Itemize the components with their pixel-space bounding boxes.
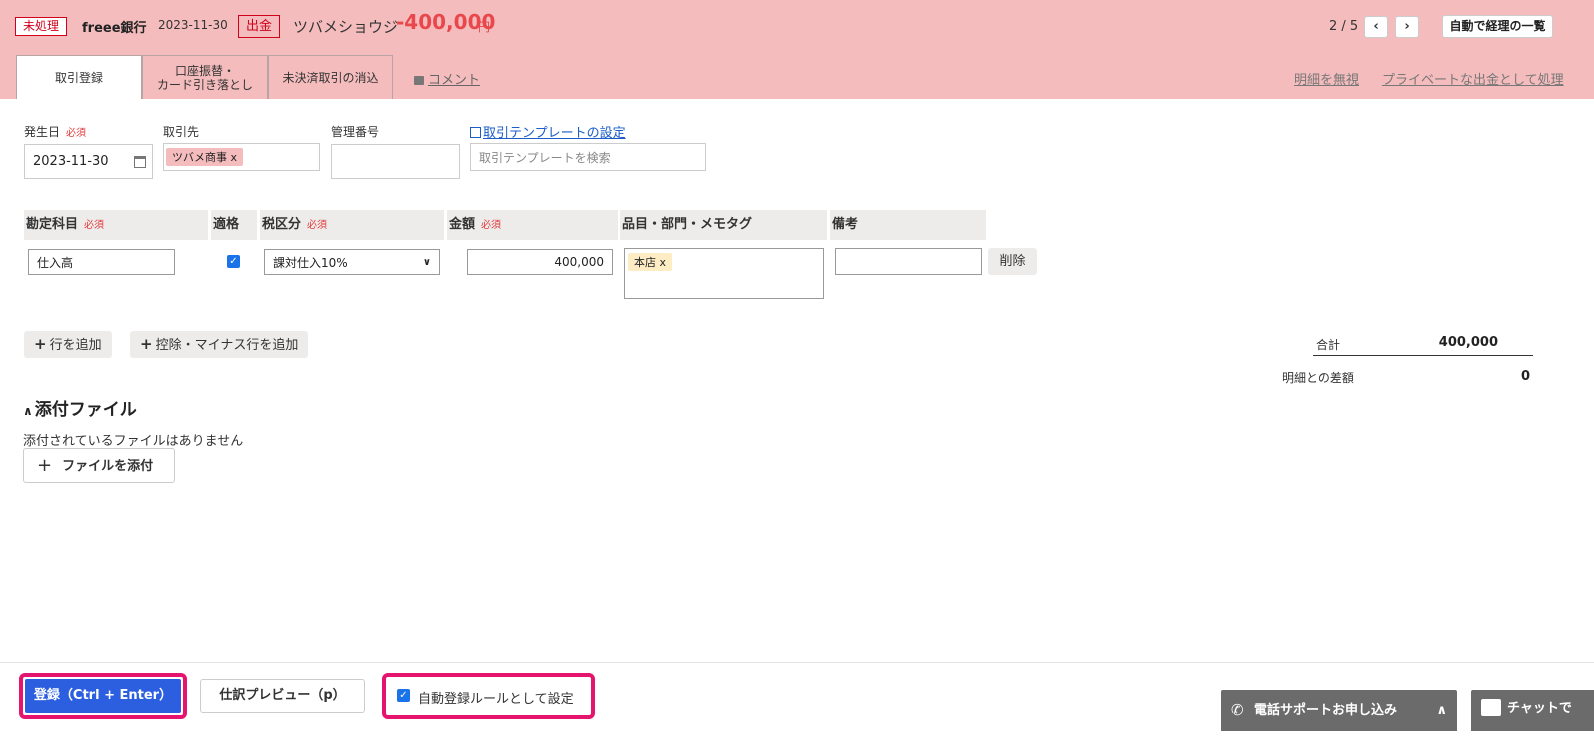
preview-button[interactable]: 仕訳プレビュー（p）: [200, 679, 365, 713]
qualified-checkbox[interactable]: ✓: [227, 255, 240, 268]
chevron-left-icon: ‹: [1373, 19, 1379, 34]
add-minus-row-label: 控除・マイナス行を追加: [155, 338, 299, 353]
col-amount: 金額 必須: [447, 210, 618, 240]
chevron-up-icon: ∧: [1436, 703, 1447, 718]
partner-label: 取引先: [163, 125, 200, 139]
tag-remove-icon[interactable]: x: [231, 151, 238, 164]
attachments-empty-text: 添付されているファイルはありません: [23, 434, 244, 449]
register-button[interactable]: 登録（Ctrl + Enter）: [25, 679, 181, 713]
chevron-down-icon: ∨: [422, 256, 431, 268]
col-account: 勘定科目 必須: [24, 210, 208, 240]
date-label-text: 発生日: [24, 125, 61, 139]
attach-file-button[interactable]: + ファイルを添付: [23, 448, 175, 483]
plus-icon: +: [37, 455, 53, 476]
required-mark: 必須: [66, 128, 87, 139]
auto-list-button[interactable]: 自動で経理の一覧: [1442, 15, 1553, 38]
bank-name: freee銀行: [82, 21, 147, 36]
required-mark: 必須: [84, 220, 105, 231]
currency-unit: 円: [478, 20, 491, 34]
add-minus-row-button[interactable]: + 控除・マイナス行を追加: [130, 331, 309, 358]
attachments-section-toggle[interactable]: ∧ 添付ファイル: [23, 395, 137, 420]
item-tag: 本店 x: [628, 253, 673, 271]
ignore-link[interactable]: 明細を無視: [1294, 69, 1359, 88]
template-search-input[interactable]: 取引テンプレートを検索: [470, 143, 706, 171]
chat-label: チャットで: [1507, 701, 1572, 716]
phone-support-button[interactable]: ✆ 電話サポートお申し込み ∧: [1221, 690, 1457, 731]
comment-icon: [414, 76, 424, 85]
tax-select[interactable]: 課対仕入10% ∨: [264, 249, 440, 275]
chat-button[interactable]: チャットで: [1471, 690, 1594, 731]
phone-icon: ✆: [1231, 701, 1244, 719]
partner-input[interactable]: ツバメ商事 x: [163, 143, 320, 171]
private-link[interactable]: プライベートな出金として処理: [1382, 69, 1564, 88]
difference-value: 0: [1520, 369, 1530, 384]
tab-reconcile[interactable]: 未決済取引の消込: [268, 55, 393, 99]
total-label: 合計: [1316, 338, 1341, 352]
statement-partner: ツバメショウジ: [293, 18, 399, 36]
direction-badge: 出金: [238, 15, 281, 38]
tag-remove-icon[interactable]: x: [660, 256, 667, 269]
plus-icon: +: [140, 335, 153, 353]
tab-transfer-line2: カード引き落とし: [156, 77, 253, 92]
note-input[interactable]: [835, 248, 982, 275]
template-setting-label: 取引テンプレートの設定: [483, 126, 626, 141]
partner-tag: ツバメ商事 x: [166, 148, 244, 166]
pager-text: 2 / 5: [1329, 19, 1359, 34]
col-qualified: 適格: [211, 210, 257, 240]
col-account-label: 勘定科目: [26, 217, 79, 232]
next-button[interactable]: ›: [1395, 16, 1419, 38]
date-label: 発生日 必須: [24, 123, 86, 140]
date-input[interactable]: 2023-11-30: [24, 144, 153, 179]
col-note: 備考: [830, 210, 986, 240]
chevron-right-icon: ›: [1404, 19, 1410, 34]
template-setting-link[interactable]: 取引テンプレートの設定: [470, 122, 626, 141]
col-tax-label: 税区分: [262, 217, 302, 232]
col-tax: 税区分 必須: [260, 210, 444, 240]
item-tag-label: 本店: [634, 256, 656, 269]
auto-rule-checkbox[interactable]: ✓: [397, 689, 410, 702]
attach-file-label: ファイルを添付: [62, 459, 154, 474]
required-mark: 必須: [481, 220, 502, 231]
plus-icon: +: [34, 335, 47, 353]
control-no-input[interactable]: [331, 144, 460, 179]
total-divider: [1313, 355, 1533, 356]
tab-register[interactable]: 取引登録: [16, 55, 142, 99]
phone-support-label: 電話サポートお申し込み: [1254, 703, 1398, 718]
tab-transfer-line1: 口座振替・: [174, 63, 235, 78]
delete-row-button[interactable]: 削除: [988, 248, 1037, 275]
total-value: 400,000: [1438, 335, 1498, 350]
partner-tag-label: ツバメ商事: [172, 151, 227, 164]
tab-transfer[interactable]: 口座振替・ カード引き落とし: [142, 55, 268, 99]
account-input[interactable]: 仕入高: [28, 249, 175, 275]
prev-button[interactable]: ‹: [1364, 16, 1388, 38]
required-mark: 必須: [307, 220, 328, 231]
add-row-button[interactable]: + 行を追加: [24, 331, 112, 358]
add-row-label: 行を追加: [49, 338, 102, 353]
amount-input[interactable]: 400,000: [467, 249, 613, 275]
chevron-up-icon: ∧: [23, 404, 33, 418]
date-value: 2023-11-30: [33, 154, 109, 169]
comment-link[interactable]: コメント: [414, 69, 480, 88]
edit-icon: [470, 127, 481, 138]
header-date: 2023-11-30: [158, 18, 228, 32]
col-item: 品目・部門・メモタグ: [620, 210, 827, 240]
difference-label: 明細との差額: [1282, 371, 1354, 385]
status-badge: 未処理: [15, 17, 68, 36]
item-tag-input[interactable]: 本店 x: [624, 248, 824, 299]
comment-label: コメント: [428, 73, 481, 88]
transaction-header: 未処理 freee銀行 2023-11-30 出金 ツバメショウジ -400,0…: [0, 0, 1594, 99]
tax-value: 課対仕入10%: [273, 255, 348, 270]
auto-rule-label[interactable]: 自動登録ルールとして設定: [418, 688, 574, 707]
attachments-title: 添付ファイル: [34, 400, 137, 420]
control-no-label: 管理番号: [331, 125, 380, 139]
calendar-icon: [134, 156, 146, 168]
chat-icon: [1481, 699, 1501, 716]
col-amount-label: 金額: [449, 217, 476, 232]
